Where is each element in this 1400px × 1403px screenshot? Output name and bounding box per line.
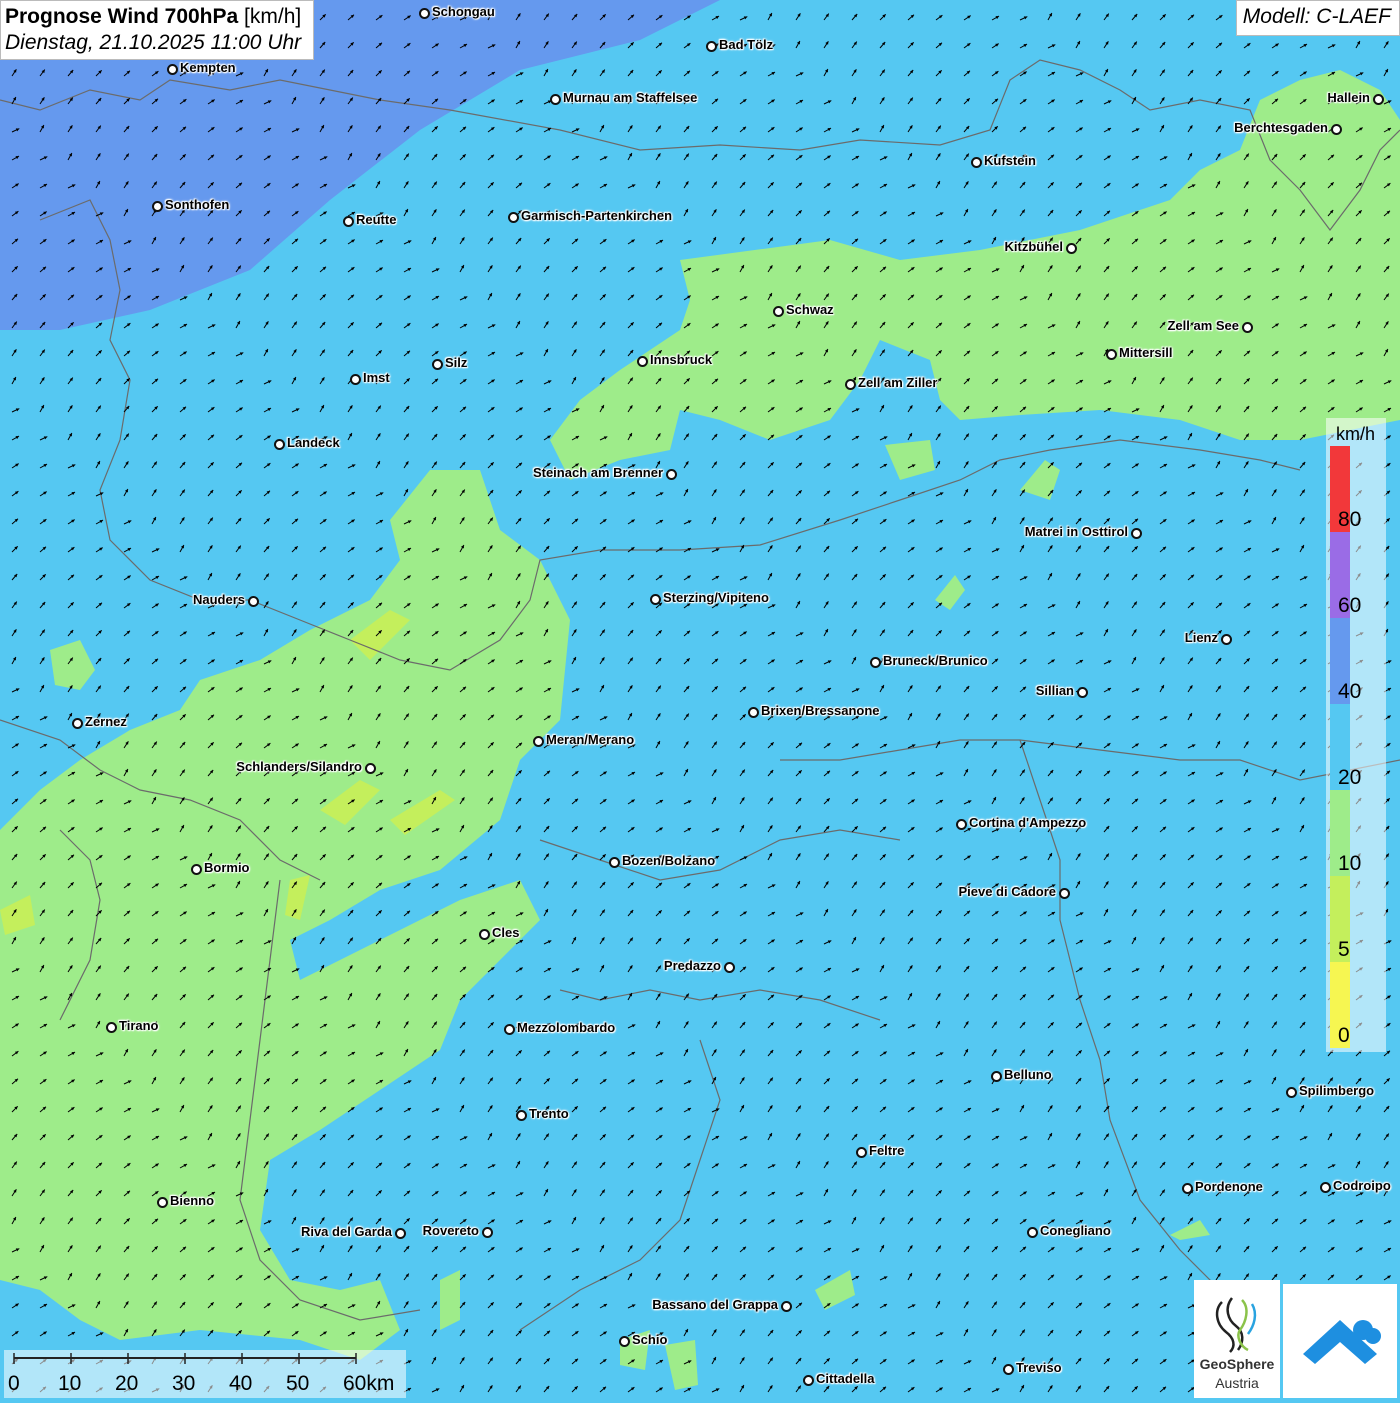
zone-10-20-fragment	[440, 1270, 460, 1330]
